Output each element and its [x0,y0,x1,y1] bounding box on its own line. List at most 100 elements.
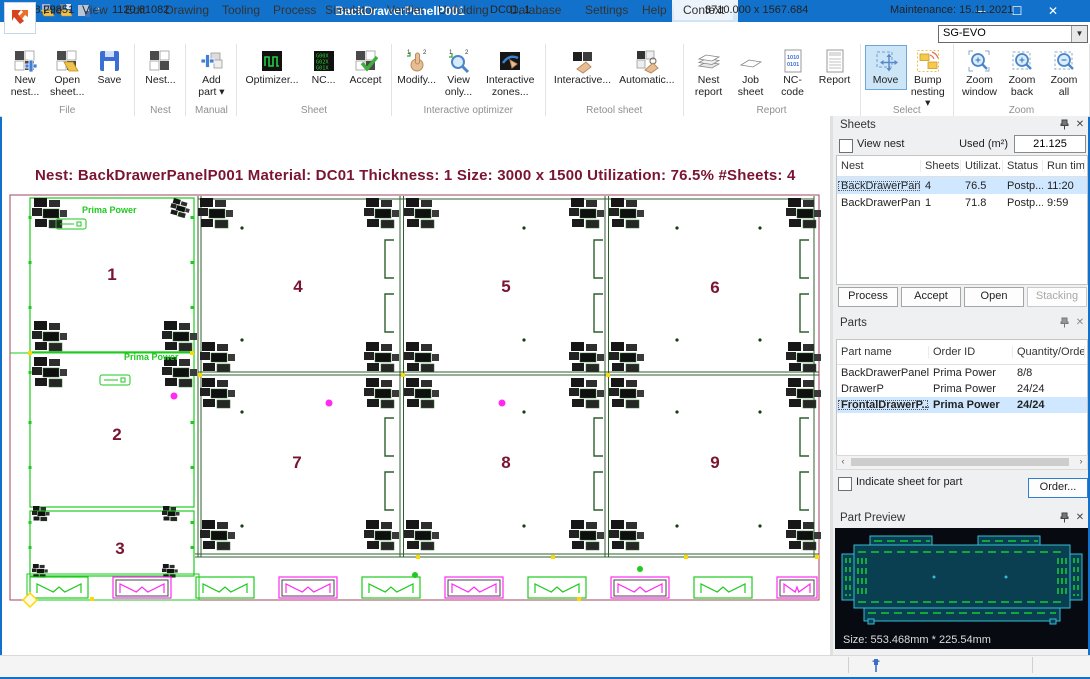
ribbon-button-label: Add part ▾ [194,75,228,98]
add-part-icon [198,48,224,74]
svg-text:5: 5 [501,277,510,296]
pin-icon[interactable] [1058,317,1070,331]
save-button[interactable]: Save [88,45,130,90]
menu-bar [0,22,1090,45]
nest-canvas[interactable]: Nest: BackDrawerPanelP001 Material: DC01… [2,116,830,655]
new-nest-button[interactable]: New nest... [4,45,46,101]
report-button[interactable]: Report [814,45,856,90]
ribbon-group-select: MoveBump nesting ▾Select [861,44,954,116]
modify-button[interactable]: 12Modify... [396,45,438,90]
sheets-column-sheets[interactable]: Sheets [921,160,961,172]
report-icon [822,48,848,74]
job-sheet-button[interactable]: Job sheet [730,45,772,101]
sheet-row[interactable]: BackDrawerPanel...171.8Postp...9:59 [837,194,1087,211]
ribbon-group-label: Nest [135,105,185,116]
order-button[interactable]: Order... [1028,478,1088,498]
open-button[interactable]: Open [964,287,1024,307]
zoom-window-button[interactable]: Zoom window [958,45,1001,101]
part-cell: 24/24 [1013,383,1085,395]
nc-button[interactable]: G00XG02XG01XNC... [303,45,345,90]
move-button[interactable]: Move [865,45,907,90]
status-separator [1032,657,1033,673]
profile-combobox[interactable]: SG-EVO ▼ [938,25,1088,43]
scroll-right-icon[interactable]: › [1075,456,1087,467]
accept-button[interactable]: Accept [345,45,387,90]
close-icon[interactable]: ✕ [1074,512,1086,523]
sheets-column-status[interactable]: Status [1003,160,1043,172]
status-maintenance: Maintenance: 15.11.2021 [890,4,1013,16]
bump-nesting-button[interactable]: Bump nesting ▾ [907,45,949,113]
menu-item-simulator[interactable]: Simulator [325,3,376,17]
zoom-back-button[interactable]: Zoom back [1001,45,1043,101]
part-row[interactable]: DrawerPPrima Power24/24 [837,381,1087,397]
move-icon [873,48,899,74]
accept-icon [353,48,379,74]
process-button[interactable]: Process [838,287,898,307]
automatic-button[interactable]: Automatic... [615,45,678,90]
sheet-cell: 11:20 [1043,180,1085,192]
part-cell: 8/8 [1013,367,1085,379]
view-only-button[interactable]: 12View only... [438,45,480,101]
status-bar [0,655,1090,677]
parts-column-quantity-ordered[interactable]: Quantity/Ordered [1013,346,1085,358]
ribbon-button-label: Nest report [692,75,726,98]
parts-table-hscrollbar[interactable]: ‹ › [836,455,1088,470]
close-button[interactable]: ✕ [1038,0,1068,22]
ribbon-group-label: Select [861,105,953,116]
menu-item-view[interactable]: View [82,3,108,17]
part-row[interactable]: FrontalDrawerP...Prima Power24/24 [837,397,1087,413]
ribbon-button-label: Zoom all [1047,75,1081,98]
menu-item-tooling[interactable]: Tooling [222,3,260,17]
pin-icon[interactable] [1058,119,1070,133]
optimizer-button[interactable]: Optimizer... [241,45,302,90]
svg-text:1010: 1010 [787,55,799,61]
menu-item-unfolding[interactable]: Unfolding [438,3,489,17]
parts-column-part-name[interactable]: Part name [837,346,929,358]
close-icon[interactable]: ✕ [1074,317,1086,328]
view-nest-label: View nest [857,138,905,150]
zoom-all-button[interactable]: Zoom all [1043,45,1085,101]
interactive-zones-button[interactable]: Interactive zones... [480,45,541,101]
ribbon-button-label: Job sheet [734,75,768,98]
ribbon-group-label: Zoom [954,105,1089,116]
menu-item-settings[interactable]: Settings [585,3,628,17]
interactive-button[interactable]: Interactive... [550,45,615,90]
svg-text:6: 6 [710,278,719,297]
nc-code-button[interactable]: 10100101NC-code [772,45,814,101]
sheet-cell: 1 [921,197,961,209]
chevron-down-icon[interactable]: ▼ [1071,26,1087,42]
nest-button[interactable]: Nest... [139,45,181,90]
maintenance-icon [870,658,882,673]
pin-icon[interactable] [1058,512,1070,526]
sheet-cell: BackDrawerPanel... [837,197,921,209]
menu-item-help[interactable]: Help [642,3,667,17]
indicate-sheet-checkbox[interactable] [838,477,852,491]
view-nest-checkbox[interactable] [839,139,853,153]
sheets-table[interactable]: NestSheetsUtilizat...StatusRun time BackD… [836,155,1088,285]
zoom-window-icon [966,48,992,74]
app-logo-icon[interactable] [4,2,36,34]
menu-item-process[interactable]: Process [273,3,316,17]
parts-column-order-id[interactable]: Order ID [929,346,1013,358]
menu-item-verifier[interactable]: Verifier [387,3,424,17]
ribbon-group-retool-sheet: Interactive...Automatic...Retool sheet [546,44,684,116]
profile-combobox-value: SG-EVO [943,27,986,39]
add-part-button[interactable]: Add part ▾ [190,45,232,101]
ribbon-button-label: Nest... [145,75,175,87]
scroll-left-icon[interactable]: ‹ [837,456,849,467]
parts-table[interactable]: Part nameOrder IDQuantity/Ordered BackDra… [836,339,1088,457]
menu-item-drawing[interactable]: Drawing [165,3,209,17]
sheets-column-utilizat[interactable]: Utilizat... [961,160,1003,172]
close-icon[interactable]: ✕ [1074,119,1086,130]
part-row[interactable]: BackDrawerPanelPPrima Power8/8 [837,365,1087,381]
nest-report-button[interactable]: Nest report [688,45,730,101]
nc-code-icon: 10100101 [780,48,806,74]
sheets-column-nest[interactable]: Nest [837,160,921,172]
sheets-column-run-time[interactable]: Run time [1043,160,1085,172]
part-preview-viewport[interactable]: Size: 553.468mm * 225.54mm [835,528,1088,649]
sheet-row[interactable]: BackDrawerPanel...476.5Postp...11:20 [837,177,1087,194]
open-sheet-button[interactable]: Open sheet... [46,45,88,101]
ribbon-group-label: File [0,105,134,116]
accept-button[interactable]: Accept [901,287,961,307]
scrollbar-thumb[interactable] [851,458,1069,466]
